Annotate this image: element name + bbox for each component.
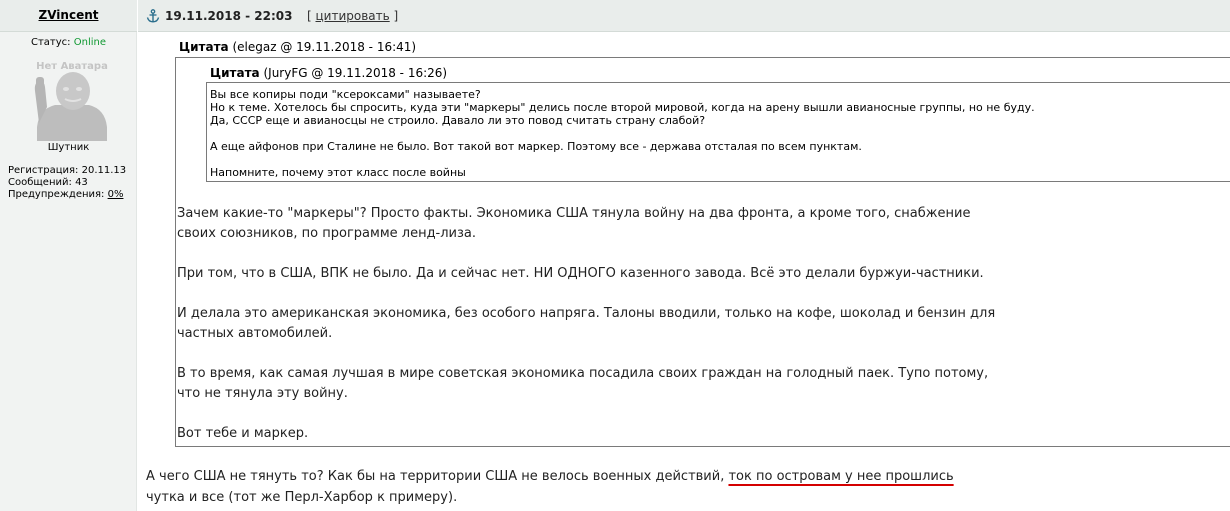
post-text-plain: А чего США не тянуть то? Как бы на терри… [146, 469, 729, 484]
author-rank: Шутник [47, 142, 90, 153]
inner-quote-title: Цитата [210, 66, 260, 80]
inner-quote-box: Вы все копиры поди "ксероксами" называет… [206, 82, 1230, 182]
quote-button[interactable]: цитировать [316, 9, 390, 23]
quote-line: Зачем какие-то "маркеры"? Просто факты. … [177, 206, 971, 221]
anchor-icon[interactable] [146, 8, 160, 23]
inner-quote-line: А еще айфонов при Сталине не было. Вот т… [210, 140, 862, 153]
inner-quote-line: Да, СССР еще и авианосцы не строило. Дав… [210, 114, 706, 127]
highlighted-phrase: ток по островам у нее прошлись [728, 469, 954, 484]
stat-posts-value: 43 [75, 177, 88, 188]
inner-quote-line: Напомните, почему этот класс после войны [210, 166, 466, 179]
post-line: А чего США не тянуть то? Как бы на терри… [146, 466, 1146, 487]
outer-quote-title: Цитата [179, 40, 229, 54]
stat-posts: Сообщений: 43 [8, 177, 136, 189]
author-name-link[interactable]: ZVincent [39, 8, 99, 22]
stat-registration-label: Регистрация: [8, 165, 79, 176]
avatar-label: Нет Аватара [36, 61, 108, 72]
post-line: чутка и все (тот же Перл-Харбор к пример… [146, 490, 458, 505]
stat-warnings-value[interactable]: 0% [108, 189, 124, 200]
stat-posts-label: Сообщений: [8, 177, 72, 188]
outer-quote-text: Зачем какие-то "маркеры"? Просто факты. … [177, 204, 997, 464]
stat-registration-value: 20.11.13 [81, 165, 127, 176]
author-status: Статус: Online [0, 37, 137, 48]
avatar: Нет Аватара [33, 57, 111, 141]
quote-line: При том, что в США, ВПК не было. Да и се… [177, 266, 984, 281]
quote-line: В то время, как самая лучшая в мире сове… [177, 366, 989, 381]
quote-line: частных автомобилей. [177, 326, 333, 341]
author-stats: Регистрация: 20.11.13 Сообщений: 43 Пред… [8, 165, 136, 201]
outer-quote-header: Цитата (elegaz @ 19.11.2018 - 16:41) [179, 40, 416, 54]
inner-quote-line: Вы все копиры поди "ксероксами" называет… [210, 88, 481, 101]
post-body: А чего США не тянуть то? Как бы на терри… [146, 466, 1146, 508]
stat-registration: Регистрация: 20.11.13 [8, 165, 136, 177]
status-value: Online [73, 37, 106, 48]
outer-quote-meta: (elegaz @ 19.11.2018 - 16:41) [228, 40, 417, 54]
quote-line: своих союзников, по программе ленд-лиза. [177, 226, 477, 241]
quote-paragraph: И делала это американская экономика, без… [177, 304, 997, 344]
inner-quote-meta: (JuryFG @ 19.11.2018 - 16:26) [259, 66, 448, 80]
inner-quote-header: Цитата (JuryFG @ 19.11.2018 - 16:26) [210, 66, 447, 80]
stat-warnings-label: Предупреждения: [8, 189, 105, 200]
quote-paragraph: В то время, как самая лучшая в мире сове… [177, 364, 997, 404]
status-label: Статус: [31, 37, 71, 48]
post-date: 19.11.2018 - 22:03 [165, 9, 293, 23]
quote-paragraph: При том, что в США, ВПК не было. Да и се… [177, 264, 997, 284]
author-panel: ZVincent Статус: Online Нет Аватара Шутн [0, 0, 137, 511]
quote-action: [ цитировать ] [307, 9, 398, 23]
quote-bracket-open: [ [307, 9, 316, 23]
quote-paragraph: Вот тебе и маркер. [177, 424, 997, 444]
quote-line: И делала это американская экономика, без… [177, 306, 996, 321]
stat-warnings: Предупреждения: 0% [8, 189, 136, 201]
quote-bracket-close: ] [389, 9, 399, 23]
post-header: 19.11.2018 - 22:03 [ цитировать ] [138, 0, 1230, 32]
quote-line: что не тянула эту войну. [177, 386, 348, 401]
author-name-bar: ZVincent [0, 0, 137, 32]
quote-line: Вот тебе и маркер. [177, 426, 309, 441]
forum-post: ZVincent Статус: Online Нет Аватара Шутн [0, 0, 1230, 511]
quote-paragraph: Зачем какие-то "маркеры"? Просто факты. … [177, 204, 997, 244]
inner-quote-line: Но к теме. Хотелось бы спросить, куда эт… [210, 101, 1035, 114]
